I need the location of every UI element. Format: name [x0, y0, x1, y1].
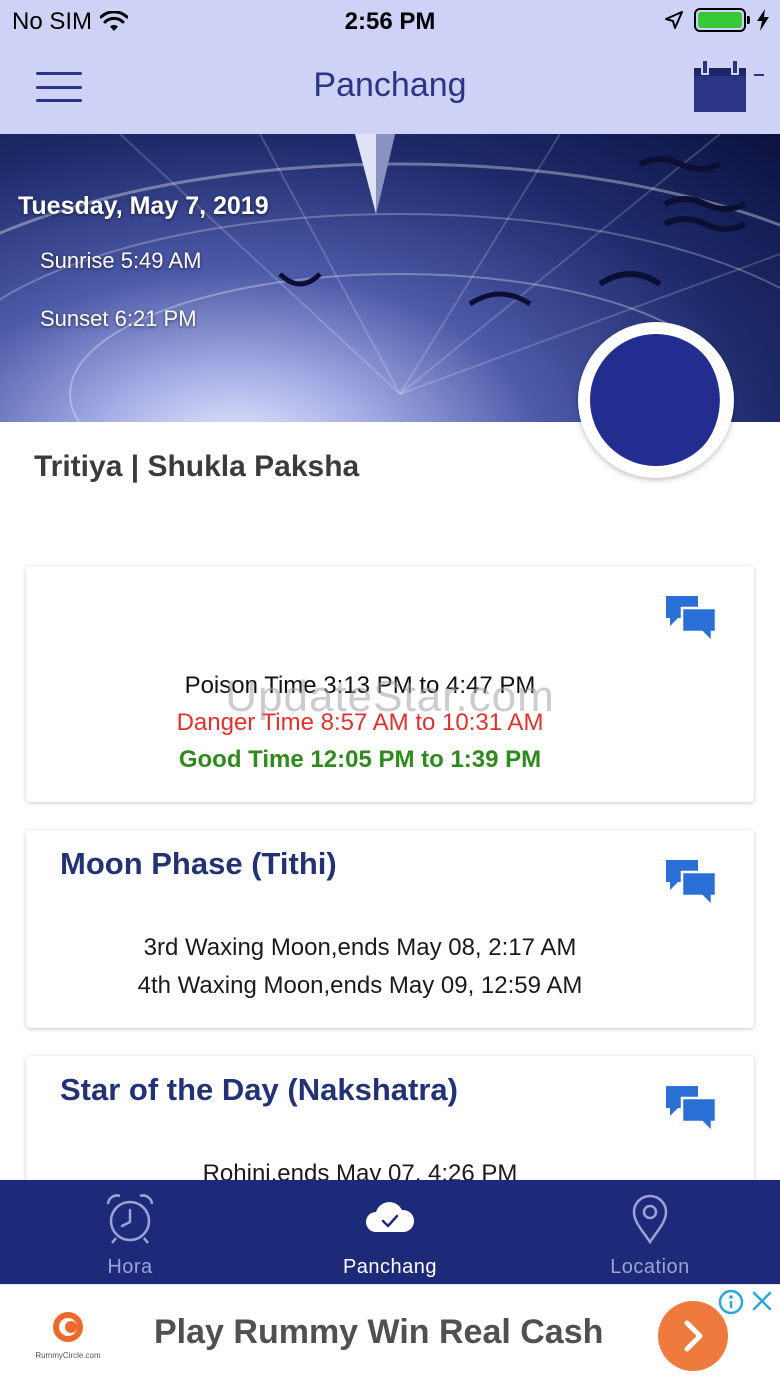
sunset-time: Sunset 6:21 PM — [40, 306, 197, 331]
tab-bar: Hora Panchang Location — [0, 1180, 780, 1284]
hero-date: Tuesday, May 7, 2019 — [18, 192, 269, 220]
tithi-paksha-heading: Tritiya | Shukla Paksha — [34, 450, 360, 483]
tab-label: Hora — [107, 1256, 153, 1278]
moon-phase-line: 4th Waxing Moon,ends May 09, 12:59 AM — [137, 972, 583, 999]
page-title: Panchang — [313, 66, 467, 104]
comments-icon[interactable] — [666, 858, 718, 908]
nakshatra-title: Star of the Day (Nakshatra) — [60, 1072, 458, 1107]
moon-phase-title: Moon Phase (Tithi) — [60, 846, 337, 881]
watermark: UpdateStar.com — [225, 672, 555, 721]
ad-headline: Play Rummy Win Real Cash — [154, 1313, 604, 1351]
status-right — [664, 8, 770, 32]
calendar-icon[interactable] — [692, 60, 748, 114]
status-time: 2:56 PM — [344, 8, 436, 35]
calendar-dash — [754, 74, 764, 76]
comments-icon[interactable] — [666, 1084, 718, 1134]
tab-hora[interactable]: Hora — [0, 1180, 260, 1284]
nav-bar: Panchang — [0, 44, 780, 134]
tab-panchang[interactable]: Panchang — [260, 1180, 520, 1284]
comments-icon[interactable] — [666, 594, 718, 644]
ad-logo: RummyCircle.com — [30, 1309, 106, 1365]
tab-location[interactable]: Location — [520, 1180, 780, 1284]
alarm-clock-icon — [106, 1194, 154, 1244]
status-bar: No SIM 2:56 PM — [0, 0, 780, 44]
app-screen: No SIM 2:56 PM Panchang Tuesday, May 7, … — [0, 0, 780, 1387]
map-pin-icon — [632, 1194, 668, 1244]
moon-phase-badge — [578, 322, 734, 478]
moon-phase-card: Moon Phase (Tithi) 3rd Waxing Moon,ends … — [26, 830, 754, 1028]
battery-level — [698, 12, 742, 28]
ad-banner[interactable]: RummyCircle.com Play Rummy Win Real Cash — [0, 1284, 780, 1387]
rummycircle-logo-icon — [53, 1312, 83, 1342]
ad-close-icon[interactable] — [750, 1289, 774, 1313]
moon-phase-icon — [590, 334, 726, 466]
tab-label: Location — [610, 1256, 690, 1278]
ad-logo-text: RummyCircle.com — [35, 1351, 101, 1360]
battery-icon — [694, 8, 750, 32]
good-time: Good Time 12:05 PM to 1:39 PM — [178, 746, 542, 773]
cloud-check-icon — [366, 1202, 415, 1232]
sunrise-time: Sunrise 5:49 AM — [40, 248, 202, 273]
location-arrow-icon — [665, 11, 683, 29]
ad-info-icon[interactable] — [718, 1289, 744, 1315]
moon-phase-line: 3rd Waxing Moon,ends May 08, 2:17 AM — [143, 934, 577, 961]
charging-bolt-icon — [757, 9, 769, 31]
tab-label: Panchang — [342, 1256, 438, 1278]
